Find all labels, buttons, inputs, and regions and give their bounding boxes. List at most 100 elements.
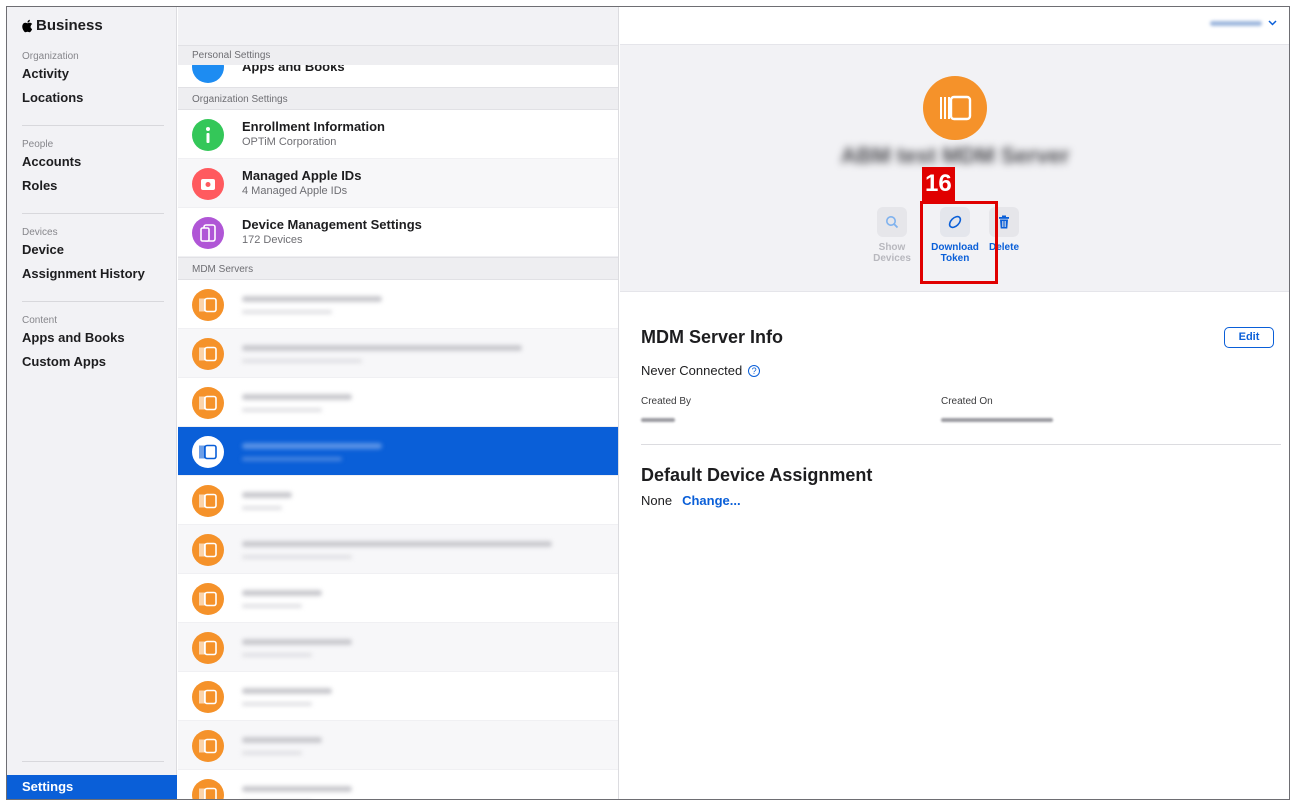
default-device-assignment-title: Default Device Assignment [641, 465, 873, 485]
server-name-redacted [242, 492, 292, 498]
nav-item-custom-apps[interactable]: Custom Apps [22, 350, 164, 374]
list-toolbar [178, 7, 618, 45]
mdm-server-icon [192, 681, 224, 713]
server-info-title: MDM Server Info [641, 327, 784, 347]
mdm-server-row[interactable] [178, 623, 618, 672]
server-detail-redacted [242, 653, 312, 657]
mdm-server-icon [923, 76, 987, 140]
mdm-server-row[interactable] [178, 525, 618, 574]
list-item-title: Managed Apple IDs [242, 168, 362, 183]
mdm-server-row[interactable] [178, 721, 618, 770]
divider [641, 444, 1281, 445]
nav-item-activity[interactable]: Activity [22, 62, 164, 86]
settings-list: Personal Settings Apps and Books Organiz… [178, 7, 619, 799]
list-item-managed-apple-ids[interactable]: Managed Apple IDs 4 Managed Apple IDs [178, 159, 618, 208]
server-name-redacted [242, 394, 352, 400]
mdm-server-row[interactable] [178, 280, 618, 329]
apple-id-icon [192, 168, 224, 200]
created-by-value-redacted [641, 418, 675, 422]
nav-item-accounts[interactable]: Accounts [22, 150, 164, 174]
server-detail-redacted [242, 506, 282, 510]
list-item-title: Device Management Settings [242, 217, 422, 232]
mdm-server-icon [192, 387, 224, 419]
account-menu[interactable] [1210, 20, 1277, 26]
nav-divider [22, 761, 164, 762]
top-bar [620, 7, 1289, 45]
server-detail-redacted [242, 359, 362, 363]
nav-section-devices: Devices Device Assignment History [22, 227, 164, 286]
mdm-server-row[interactable] [178, 378, 618, 427]
nav-section-header: Devices [22, 227, 58, 238]
server-detail-redacted [242, 702, 312, 706]
default-device-assignment: None Change... [641, 493, 741, 508]
account-name-redacted [1210, 20, 1262, 26]
mdm-server-row[interactable] [178, 672, 618, 721]
app-store-icon [192, 65, 224, 83]
change-assignment-link[interactable]: Change... [682, 493, 741, 508]
list-item-device-management-settings[interactable]: Device Management Settings 172 Devices [178, 208, 618, 257]
nav-divider [22, 213, 164, 214]
server-detail-redacted [242, 310, 332, 314]
highlight-box [920, 201, 998, 284]
mdm-server-row[interactable] [178, 476, 618, 525]
server-detail-redacted [242, 555, 352, 559]
nav-section-header: People [22, 139, 54, 150]
server-detail-redacted [242, 751, 302, 755]
assignment-value: None [641, 493, 673, 508]
search-icon [877, 207, 907, 237]
server-detail-redacted [242, 408, 322, 412]
step-number-badge: 16 [922, 167, 955, 201]
nav-section-organization: Organization Activity Locations [22, 51, 164, 110]
server-header: ABM test MDM Server Show Devices Downloa… [620, 45, 1289, 292]
brand: Business [21, 17, 103, 34]
nav-item-assignment-history[interactable]: Assignment History [22, 262, 164, 286]
list-item-subtitle: 4 Managed Apple IDs [242, 185, 348, 197]
nav-item-device[interactable]: Device [22, 238, 164, 262]
mdm-server-icon [192, 338, 224, 370]
nav-item-settings[interactable]: Settings [7, 775, 177, 799]
list-item-enrollment-information[interactable]: Enrollment Information OPTiM Corporation [178, 110, 618, 159]
mdm-server-icon [192, 779, 224, 799]
edit-button[interactable]: Edit [1224, 327, 1274, 348]
server-name-redacted [242, 296, 382, 302]
server-name-redacted [242, 590, 322, 596]
help-icon[interactable]: ? [748, 364, 761, 377]
mdm-server-icon [192, 436, 224, 468]
brand-name: Business [36, 17, 103, 34]
server-name-redacted [242, 786, 352, 792]
mdm-server-icon [192, 485, 224, 517]
nav-item-roles[interactable]: Roles [22, 174, 164, 198]
nav-item-apps-and-books[interactable]: Apps and Books [22, 326, 164, 350]
connection-status: Never Connected ? [641, 363, 761, 378]
device-icon [192, 217, 224, 249]
list-item-subtitle: OPTiM Corporation [242, 136, 337, 148]
server-name-redacted [242, 737, 322, 743]
server-name-redacted [242, 688, 332, 694]
server-detail-redacted [242, 457, 342, 461]
show-devices-label: Show Devices [873, 242, 911, 264]
server-name-redacted [242, 639, 352, 645]
server-name-redacted: ABM test MDM Server [840, 143, 1070, 168]
server-name-redacted [242, 443, 382, 449]
list-item-subtitle: 172 Devices [242, 234, 303, 246]
nav-divider [22, 125, 164, 126]
info-icon [192, 119, 224, 151]
nav-section-header: Content [22, 315, 58, 326]
mdm-server-row[interactable] [178, 770, 618, 799]
show-devices-button[interactable]: Show Devices [864, 207, 920, 264]
mdm-server-row[interactable] [178, 329, 618, 378]
detail-pane: ABM test MDM Server Show Devices Downloa… [620, 7, 1289, 799]
nav-section-people: People Accounts Roles [22, 139, 164, 198]
list-item-apps-and-books[interactable]: Apps and Books [178, 65, 618, 87]
mdm-server-row[interactable] [178, 574, 618, 623]
mdm-server-list [178, 280, 618, 799]
mdm-server-row[interactable] [178, 427, 618, 476]
mdm-server-icon [192, 534, 224, 566]
nav-item-locations[interactable]: Locations [22, 86, 164, 110]
mdm-server-icon [192, 632, 224, 664]
server-name-redacted [242, 541, 552, 547]
status-text: Never Connected [641, 363, 743, 378]
list-item-title: Enrollment Information [242, 119, 385, 134]
nav-section-content: Content Apps and Books Custom Apps [22, 315, 164, 374]
section-header-organization: Organization Settings [178, 87, 618, 110]
